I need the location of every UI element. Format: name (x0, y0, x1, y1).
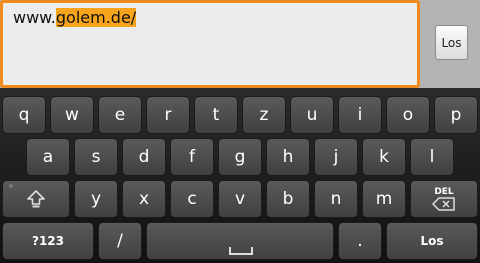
symbols-key[interactable]: ?123 (2, 222, 94, 260)
shift-icon (26, 189, 46, 209)
key-y[interactable]: y (74, 180, 118, 218)
key-slash[interactable]: / (98, 222, 142, 260)
key-t[interactable]: t (194, 96, 238, 134)
delete-key[interactable]: DEL (410, 180, 478, 218)
key-a[interactable]: a (26, 138, 70, 176)
key-w[interactable]: w (50, 96, 94, 134)
url-prefix: www. (13, 8, 56, 27)
key-n[interactable]: n (314, 180, 358, 218)
key-j[interactable]: j (314, 138, 358, 176)
key-u[interactable]: u (290, 96, 334, 134)
space-icon (229, 247, 253, 255)
key-h[interactable]: h (266, 138, 310, 176)
url-text: www.golem.de/ (13, 8, 137, 27)
go-button[interactable]: Los (435, 25, 468, 60)
shift-lock-indicator (9, 184, 13, 188)
key-q[interactable]: q (2, 96, 46, 134)
key-o[interactable]: o (386, 96, 430, 134)
backspace-icon (432, 197, 456, 211)
key-l[interactable]: l (410, 138, 454, 176)
shift-key[interactable] (2, 180, 70, 218)
key-period[interactable]: . (338, 222, 382, 260)
soft-keyboard: q w e r t z u i o p a s d f g h j k l y … (0, 88, 480, 263)
key-f[interactable]: f (170, 138, 214, 176)
key-c[interactable]: c (170, 180, 214, 218)
key-m[interactable]: m (362, 180, 406, 218)
key-x[interactable]: x (122, 180, 166, 218)
space-key[interactable] (146, 222, 334, 260)
url-toolbar: www.golem.de/ Los (0, 0, 480, 88)
key-p[interactable]: p (434, 96, 478, 134)
key-d[interactable]: d (122, 138, 166, 176)
key-k[interactable]: k (362, 138, 406, 176)
key-v[interactable]: v (218, 180, 262, 218)
key-i[interactable]: i (338, 96, 382, 134)
go-key[interactable]: Los (386, 222, 478, 260)
delete-key-label: DEL (434, 187, 454, 197)
url-input[interactable]: www.golem.de/ (0, 0, 420, 88)
key-z[interactable]: z (242, 96, 286, 134)
key-b[interactable]: b (266, 180, 310, 218)
key-e[interactable]: e (98, 96, 142, 134)
url-selected-text: golem.de/ (55, 8, 137, 27)
key-s[interactable]: s (74, 138, 118, 176)
key-r[interactable]: r (146, 96, 190, 134)
key-g[interactable]: g (218, 138, 262, 176)
